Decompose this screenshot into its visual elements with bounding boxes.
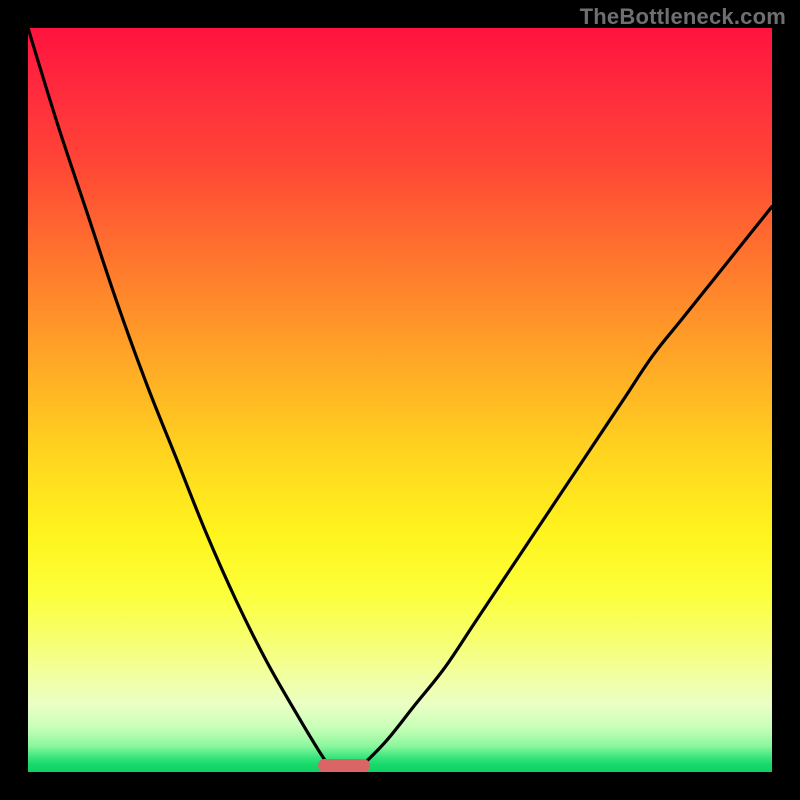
chart-frame: TheBottleneck.com [0, 0, 800, 800]
plot-area [28, 28, 772, 772]
left-curve [28, 28, 333, 772]
curve-layer [28, 28, 772, 772]
right-curve [355, 207, 772, 772]
bottleneck-pill [318, 759, 370, 772]
watermark-label: TheBottleneck.com [580, 4, 786, 30]
